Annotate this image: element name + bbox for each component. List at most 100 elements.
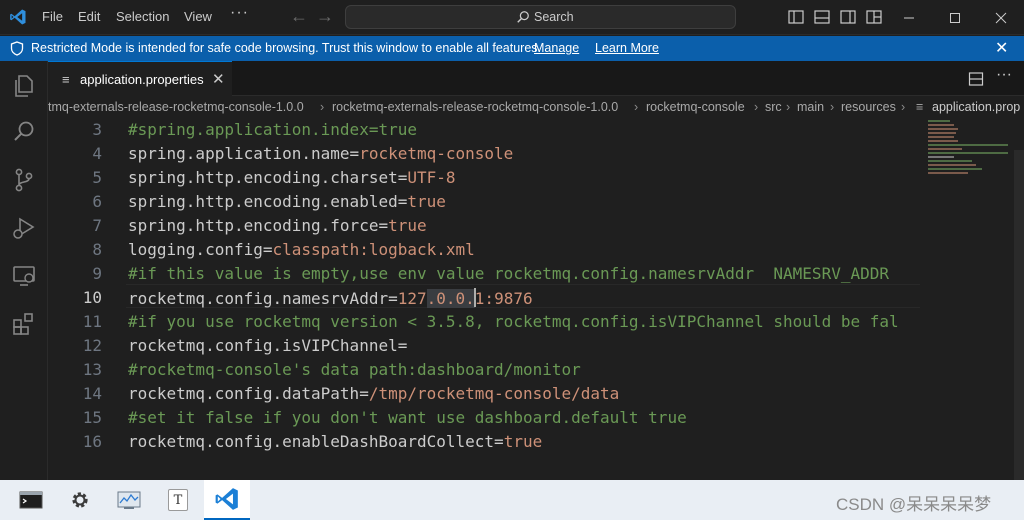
line-number: 4 (92, 144, 102, 163)
menu-edit[interactable]: Edit (78, 9, 100, 24)
toggle-secondary-sidebar-icon[interactable] (840, 10, 856, 24)
minimap-line (928, 168, 982, 170)
line-code: rocketmq.config.isVIPChannel= (128, 336, 407, 355)
vscode-taskbar-item[interactable] (204, 480, 250, 520)
learn-more-link[interactable]: Learn More (595, 41, 659, 55)
run-and-debug-icon[interactable] (11, 215, 37, 241)
back-arrow-icon[interactable]: ← (290, 6, 308, 27)
code-line[interactable]: 6 spring.http.encoding.enabled=true (48, 190, 920, 214)
comment-text: #spring.application.index=true (128, 120, 417, 139)
breadcrumb-item[interactable]: main (797, 100, 824, 114)
property-value: 127 (397, 289, 427, 308)
breadcrumb-item[interactable]: tmq-externals-release-rocketmq-console-1… (48, 100, 304, 114)
explorer-icon[interactable] (11, 73, 37, 99)
source-control-icon[interactable] (11, 167, 37, 193)
code-line[interactable]: 11 #if you use rocketmq version < 3.5.8, … (48, 310, 920, 334)
menu-view[interactable]: View (184, 9, 212, 24)
minimap-line (928, 164, 976, 166)
minimap-line (928, 152, 1008, 154)
search-icon[interactable] (11, 119, 37, 145)
title-bar: File Edit Selection View ··· ← → Search (0, 0, 1024, 35)
line-number: 9 (92, 264, 102, 283)
manage-link[interactable]: Manage (534, 41, 579, 55)
task-manager-taskbar-item[interactable] (106, 480, 152, 520)
property-value: 1:9876 (474, 289, 533, 308)
code-line[interactable]: 14 rocketmq.config.dataPath=/tmp/rocketmq… (48, 382, 920, 406)
split-editor-icon[interactable] (968, 71, 984, 87)
code-line[interactable]: 3 #spring.application.index=true (48, 118, 920, 142)
breadcrumb-item[interactable]: application.prop (932, 100, 1020, 114)
close-icon (995, 12, 1007, 23)
line-code: #rocketmq-console's data path:dashboard/… (128, 360, 581, 379)
close-window-button[interactable] (978, 0, 1024, 35)
breadcrumb-item[interactable]: resources (841, 100, 896, 114)
code-line[interactable]: 10 rocketmq.config.namesrvAddr=127.0.0.1:… (48, 286, 920, 310)
line-code: spring.http.encoding.charset=UTF-8 (128, 168, 456, 187)
code-line[interactable]: 13 #rocketmq-console's data path:dashboar… (48, 358, 920, 382)
vscode-logo-icon[interactable] (9, 8, 27, 26)
command-center-search[interactable]: Search (345, 5, 736, 29)
minimize-icon (904, 17, 914, 18)
comment-text: #if this value is empty,use env value ro… (128, 264, 889, 283)
os-taskbar: T CSDN @呆呆呆呆梦 (0, 480, 1024, 520)
code-line[interactable]: 16 rocketmq.config.enableDashBoardCollect… (48, 430, 920, 454)
property-key: spring.http.encoding.enabled= (128, 192, 408, 211)
code-line[interactable]: 4 spring.application.name=rocketmq-consol… (48, 142, 920, 166)
minimap-line (928, 156, 954, 158)
terminal-taskbar-item[interactable] (8, 480, 54, 520)
code-line[interactable]: 5 spring.http.encoding.charset=UTF-8 (48, 166, 920, 190)
breadcrumb-item[interactable]: rocketmq-externals-release-rocketmq-cons… (332, 100, 618, 114)
banner-close-icon[interactable]: ✕ (995, 38, 1008, 58)
task-manager-icon (117, 491, 141, 509)
remote-explorer-icon[interactable] (11, 263, 37, 289)
code-editor[interactable]: 3 #spring.application.index=true 4 spring.a… (48, 118, 1024, 480)
line-number: 6 (92, 192, 102, 211)
line-code: #if you use rocketmq version < 3.5.8, ro… (128, 312, 899, 331)
code-line[interactable]: 15 #set it false if you don't want use da… (48, 406, 920, 430)
code-line[interactable]: 12 rocketmq.config.isVIPChannel= (48, 334, 920, 358)
customize-layout-icon[interactable] (866, 10, 882, 24)
minimize-button[interactable] (886, 0, 932, 35)
forward-arrow-icon[interactable]: → (316, 6, 334, 27)
tab-application-properties[interactable]: ≡ application.properties ✕ (48, 61, 232, 96)
properties-file-icon: ≡ (62, 72, 70, 87)
line-code: #set it false if you don't want use dash… (128, 408, 687, 427)
minimap-line (928, 128, 958, 130)
line-code: spring.http.encoding.enabled=true (128, 192, 446, 211)
line-number: 13 (82, 360, 102, 379)
code-line[interactable]: 9 #if this value is empty,use env value r… (48, 262, 920, 286)
extensions-icon[interactable] (11, 311, 37, 337)
line-number: 10 (82, 288, 102, 307)
code-line[interactable]: 8 logging.config=classpath:logback.xml (48, 238, 920, 262)
notepad-taskbar-item[interactable]: T (155, 480, 201, 520)
line-number: 16 (82, 432, 102, 451)
menu-selection[interactable]: Selection (116, 9, 169, 24)
breadcrumb-item[interactable]: src (765, 100, 782, 114)
line-code: rocketmq.config.enableDashBoardCollect=t… (128, 432, 542, 451)
code-line[interactable]: 7 spring.http.encoding.force=true (48, 214, 920, 238)
toggle-panel-icon[interactable] (814, 10, 830, 24)
line-number: 8 (92, 240, 102, 259)
more-actions-icon[interactable]: ··· (996, 66, 1012, 83)
breadcrumb-separator-icon: › (901, 100, 906, 114)
more-menu-button[interactable]: ··· (230, 4, 249, 22)
breadcrumb-separator-icon: › (754, 100, 759, 114)
menu-file[interactable]: File (42, 9, 63, 24)
minimap-line (928, 144, 1008, 146)
properties-file-icon: ≡ (916, 100, 924, 114)
toggle-primary-sidebar-icon[interactable] (788, 10, 804, 24)
minimap[interactable] (920, 118, 1014, 480)
property-value: UTF-8 (407, 168, 456, 187)
tab-close-icon[interactable]: ✕ (212, 70, 225, 88)
notepad-icon: T (168, 489, 188, 511)
maximize-button[interactable] (932, 0, 978, 35)
tab-label: application.properties (80, 72, 204, 87)
banner-message: Restricted Mode is intended for safe cod… (31, 41, 541, 55)
breadcrumb-item[interactable]: rocketmq-console (646, 100, 745, 114)
minimap-line (928, 124, 954, 126)
settings-taskbar-item[interactable] (57, 480, 103, 520)
vertical-scrollbar[interactable] (1014, 150, 1024, 480)
property-key: spring.http.encoding.charset= (128, 168, 408, 187)
gear-icon (72, 492, 88, 508)
line-number: 7 (92, 216, 102, 235)
